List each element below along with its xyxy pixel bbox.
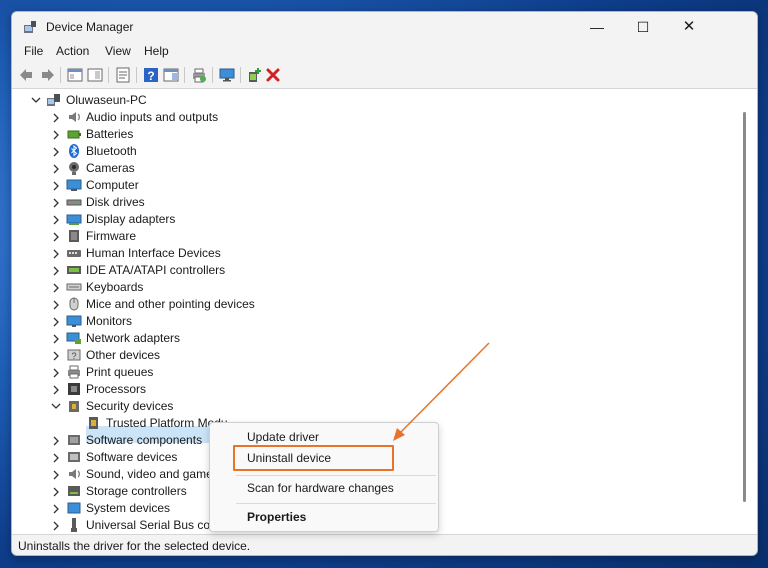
annotation-arrow [393,342,490,441]
